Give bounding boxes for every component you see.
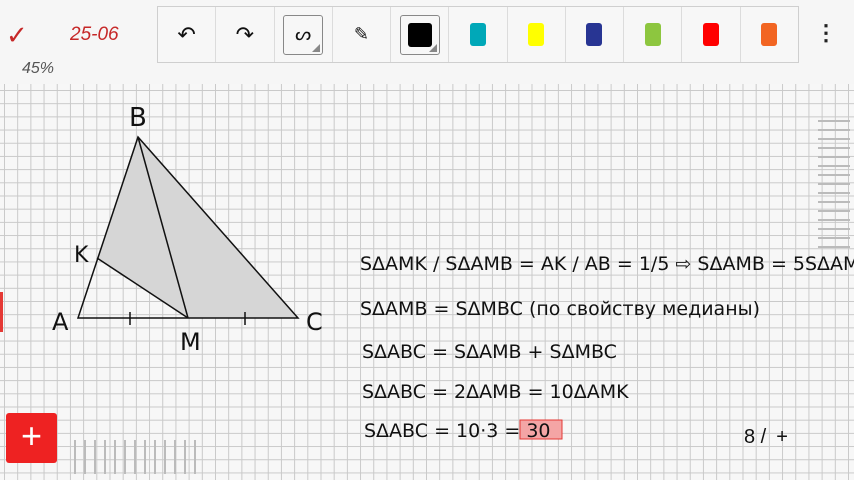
label-a: A [52, 308, 69, 336]
label-c: C [306, 308, 323, 336]
note-line-2: SΔAMB = SΔMBC (по свойству медианы) [360, 298, 760, 320]
drawing: B K A M C SΔAMK / SΔAMB = AK / AB = 1/5 … [52, 103, 854, 442]
label-k: K [74, 243, 89, 268]
add-page-button[interactable]: + [776, 426, 788, 448]
shaded-region [97, 137, 298, 318]
add-button[interactable]: + [6, 413, 57, 463]
note-line-4: SΔABC = 2ΔAMB = 10ΔAMK [362, 381, 629, 403]
note-line-1: SΔAMK / SΔAMB = AK / AB = 1/5 ⇨ SΔAMB = … [360, 253, 854, 275]
note-line-3: SΔABC = SΔAMB + SΔMBC [362, 341, 617, 363]
pager: 8 / + [744, 426, 788, 449]
note-line-5: SΔABC = 10·3 = 30 [364, 420, 551, 442]
label-m: M [180, 328, 201, 356]
page-indicator: 8 / [744, 426, 767, 448]
label-b: B [129, 103, 147, 133]
